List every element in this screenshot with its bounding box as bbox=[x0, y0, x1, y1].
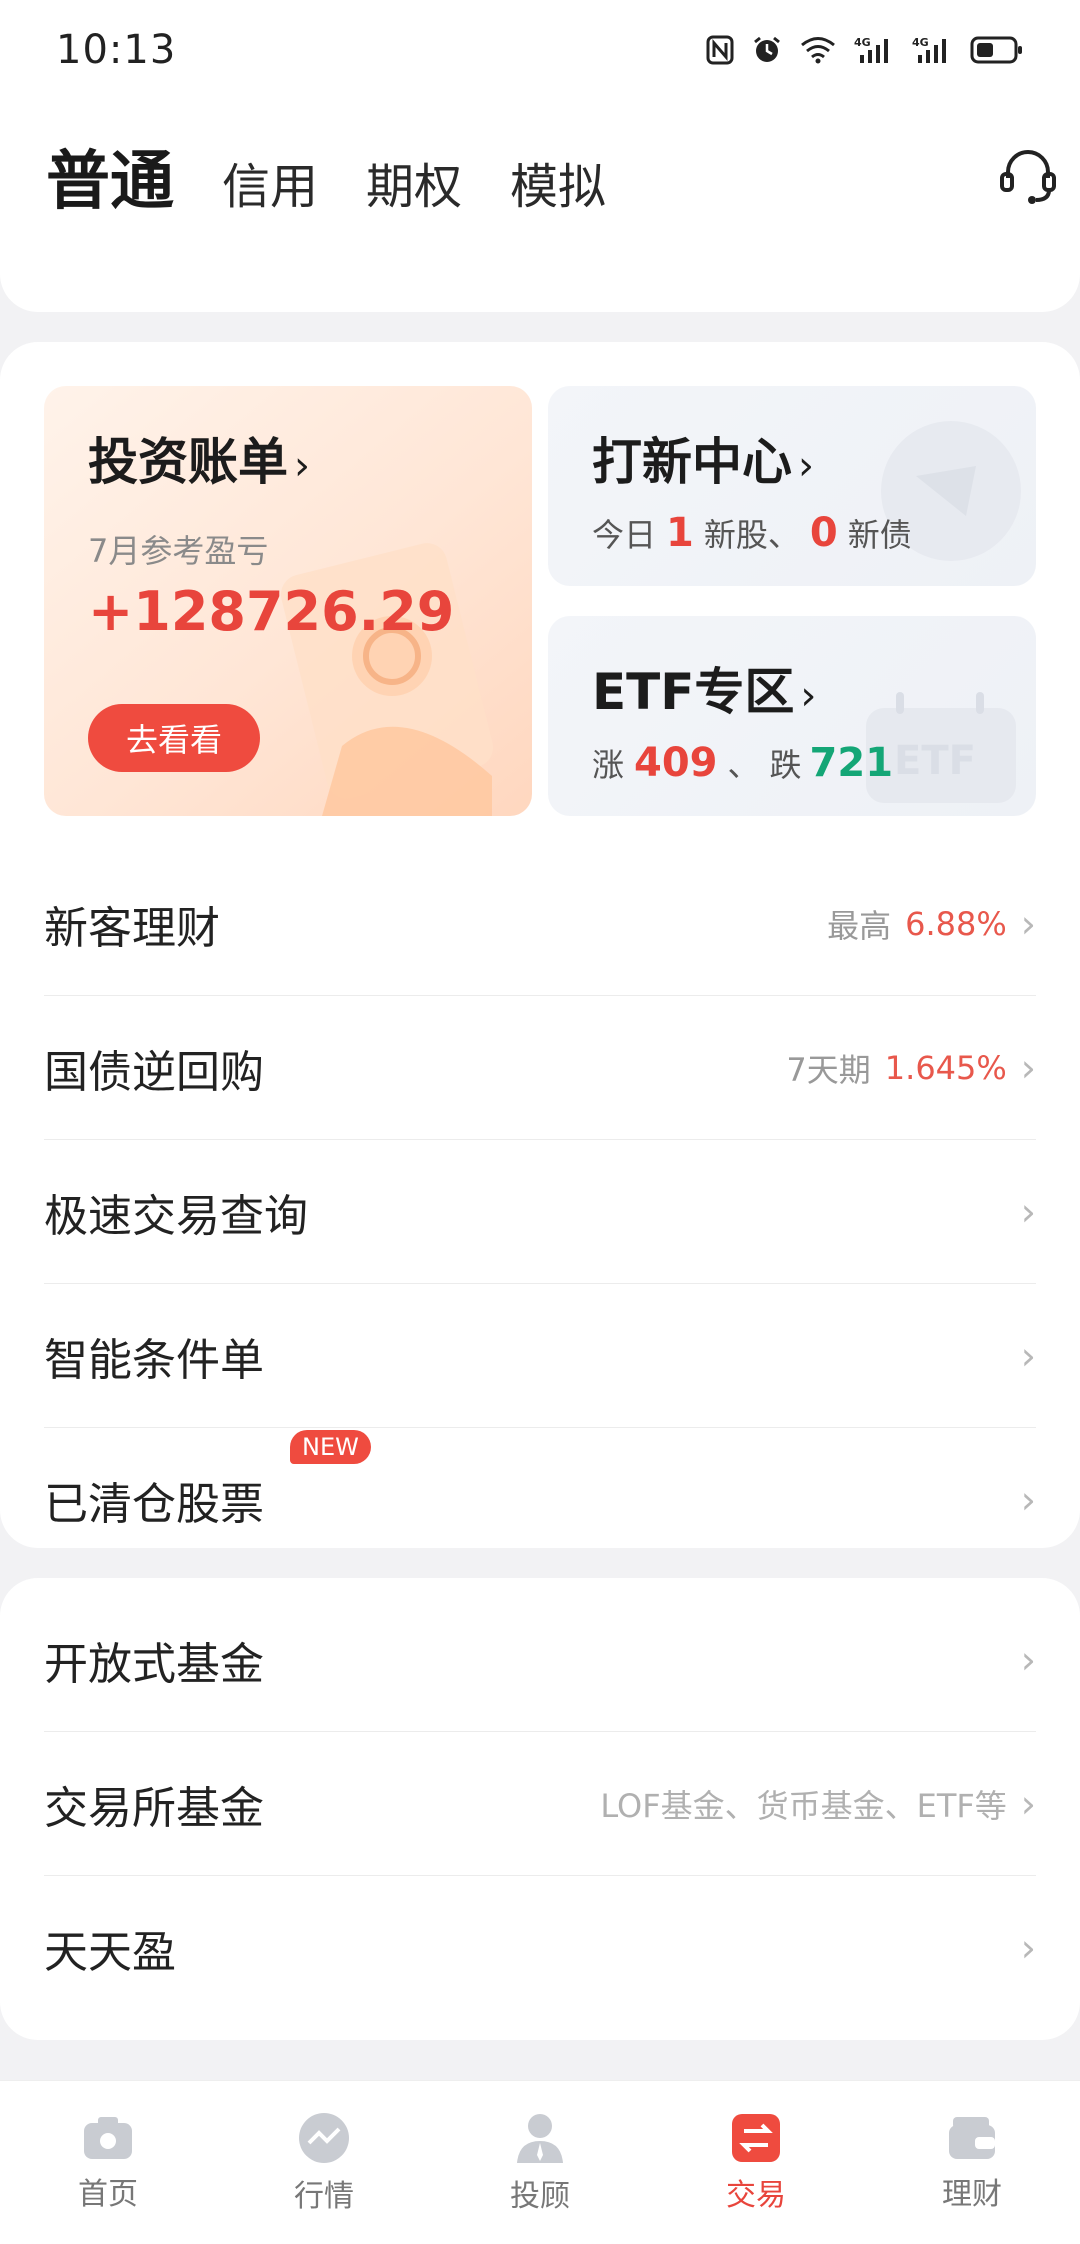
account-tabs: 普通 信用 期权 模拟 bbox=[46, 130, 606, 222]
new-bond-count: 0 bbox=[809, 510, 838, 556]
chevron-right-icon: › bbox=[1020, 1333, 1036, 1378]
svg-text:4G: 4G bbox=[912, 36, 929, 49]
ipo-center-card[interactable]: 打新中心 › 今日 1 新股、 0 新债 bbox=[548, 386, 1036, 586]
row-rate: 6.88% bbox=[905, 904, 1007, 943]
investment-bill-card[interactable]: 投资账单 › 7月参考盈亏 +128726.29 去看看 bbox=[44, 386, 532, 816]
chevron-right-icon: › bbox=[800, 673, 817, 719]
row-rate: 1.645% bbox=[884, 1048, 1007, 1087]
view-bill-button[interactable]: 去看看 bbox=[88, 704, 260, 772]
list-item-exchange-fund[interactable]: 交易所基金 LOF基金、货币基金、ETF等 › bbox=[44, 1732, 1036, 1876]
tab-simulated[interactable]: 模拟 bbox=[510, 147, 606, 217]
wallet-icon bbox=[949, 2116, 995, 2159]
nfc-icon bbox=[706, 35, 734, 65]
ipo-summary: 今日 1 新股、 0 新债 bbox=[592, 510, 912, 556]
market-icon bbox=[299, 2112, 349, 2163]
chevron-right-icon: › bbox=[1020, 1926, 1036, 1970]
bottom-nav: 首页 行情 投顾 交易 理财 bbox=[0, 2080, 1080, 2244]
row-label: 交易所基金 bbox=[44, 1782, 264, 1834]
nav-wealth[interactable]: 理财 bbox=[892, 2113, 1052, 2213]
list-item-treasury-repo[interactable]: 国债逆回购 7天期 1.645% › bbox=[44, 996, 1036, 1140]
bill-period-label: 7月参考盈亏 bbox=[88, 532, 269, 570]
chevron-right-icon: › bbox=[1020, 1637, 1036, 1682]
nav-advisor[interactable]: 投顾 bbox=[460, 2111, 620, 2215]
wifi-icon bbox=[801, 37, 835, 64]
new-badge: NEW bbox=[290, 1430, 371, 1464]
etf-zone-title: ETF专区 › bbox=[592, 663, 817, 721]
chevron-right-icon: › bbox=[1020, 1478, 1036, 1522]
tab-options[interactable]: 期权 bbox=[366, 147, 462, 217]
tab-normal[interactable]: 普通 bbox=[46, 130, 174, 222]
nav-market[interactable]: 行情 bbox=[244, 2111, 404, 2215]
list-item-cleared-stocks[interactable]: 已清仓股票 NEW › bbox=[44, 1428, 1036, 1572]
chevron-right-icon: › bbox=[1020, 901, 1036, 946]
list-item-new-customer-finance[interactable]: 新客理财 最高 6.88% › bbox=[44, 852, 1036, 996]
new-stock-count: 1 bbox=[666, 510, 694, 556]
fund-card: 开放式基金 › 交易所基金 LOF基金、货币基金、ETF等 › 天天盈 › bbox=[0, 1578, 1080, 2040]
chevron-right-icon: › bbox=[798, 443, 814, 489]
advisor-icon bbox=[517, 2113, 563, 2163]
etf-summary: 涨 409 、 跌 721 bbox=[592, 740, 894, 786]
ipo-center-title: 打新中心 › bbox=[592, 433, 814, 491]
battery-icon bbox=[970, 36, 1022, 64]
nav-trade[interactable]: 交易 bbox=[676, 2112, 836, 2214]
row-label: 智能条件单 bbox=[44, 1334, 264, 1386]
list-item-open-end-fund[interactable]: 开放式基金 › bbox=[44, 1588, 1036, 1732]
row-label: 国债逆回购 bbox=[44, 1046, 264, 1098]
alarm-icon bbox=[754, 36, 780, 62]
etf-down-count: 721 bbox=[809, 740, 894, 786]
home-icon bbox=[84, 2116, 132, 2159]
tab-credit[interactable]: 信用 bbox=[222, 147, 318, 217]
signal-4g-icon-2: 4G bbox=[912, 36, 946, 63]
row-label: 天天盈 bbox=[44, 1927, 176, 1978]
list-item-tiantianying[interactable]: 天天盈 › bbox=[44, 1876, 1036, 2020]
header: 普通 信用 期权 模拟 bbox=[0, 100, 1080, 312]
status-icons: 4G 4G bbox=[706, 35, 1024, 65]
trade-icon bbox=[732, 2113, 780, 2162]
row-label: 极速交易查询 bbox=[44, 1190, 308, 1242]
row-label: 新客理财 bbox=[44, 902, 220, 954]
row-hint: LOF基金、货币基金、ETF等 bbox=[600, 1786, 1007, 1825]
bill-profit-amount: +128726.29 bbox=[88, 580, 455, 643]
svg-text:ETF: ETF bbox=[894, 738, 976, 784]
chevron-right-icon: › bbox=[1020, 1781, 1036, 1826]
chevron-right-icon: › bbox=[294, 443, 310, 489]
list-item-fast-trade-query[interactable]: 极速交易查询 › bbox=[44, 1140, 1036, 1284]
investment-bill-title: 投资账单 › bbox=[88, 433, 310, 491]
list-item-smart-conditional-order[interactable]: 智能条件单 › bbox=[44, 1284, 1036, 1428]
row-label: 已清仓股票 NEW bbox=[44, 1430, 371, 1532]
row-hint: 最高 bbox=[827, 906, 892, 945]
chevron-right-icon: › bbox=[1020, 1045, 1036, 1090]
status-time: 10:13 bbox=[56, 27, 177, 73]
signal-4g-icon: 4G bbox=[854, 36, 888, 63]
svg-text:4G: 4G bbox=[854, 36, 871, 49]
status-bar: 10:13 4G 4G bbox=[0, 0, 1080, 100]
row-label: 开放式基金 bbox=[44, 1638, 264, 1690]
trade-main-card: 投资账单 › 7月参考盈亏 +128726.29 去看看 打新中心 › 今日 1 新… bbox=[0, 342, 1080, 1548]
chevron-right-icon: › bbox=[1020, 1189, 1036, 1234]
row-hint: 7天期 bbox=[786, 1050, 871, 1089]
customer-service-icon[interactable] bbox=[996, 144, 1060, 208]
nav-home[interactable]: 首页 bbox=[28, 2113, 188, 2213]
etf-up-count: 409 bbox=[634, 740, 718, 786]
etf-zone-card[interactable]: ETF ETF专区 › 涨 409 、 跌 721 bbox=[548, 616, 1036, 816]
bill-decoration-icon bbox=[280, 543, 494, 816]
